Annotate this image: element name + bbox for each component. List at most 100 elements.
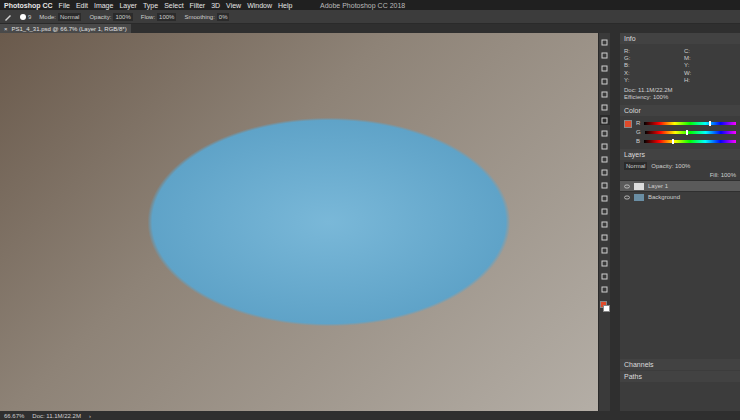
option-field[interactable]: Opacity:100%	[89, 13, 132, 21]
eye-icon[interactable]	[624, 195, 630, 200]
layer-row[interactable]: Layer 1	[620, 180, 740, 191]
close-tab[interactable]: ×	[4, 26, 8, 32]
tool-button[interactable]	[600, 167, 610, 177]
tool-button[interactable]	[600, 89, 610, 99]
menu-item[interactable]: Edit	[76, 2, 88, 9]
tool-icon	[601, 286, 608, 293]
menu-item[interactable]: Select	[164, 2, 183, 9]
app-name[interactable]: Photoshop CC	[4, 2, 53, 9]
zoom-level[interactable]: 66.67%	[4, 413, 24, 419]
menu-item[interactable]: Help	[278, 2, 292, 9]
doc-size: Doc: 11.1M/22.2M	[32, 413, 81, 419]
panel-dock-strip	[610, 33, 620, 411]
color-swatches[interactable]	[600, 301, 610, 312]
tool-icon	[601, 156, 608, 163]
option-field[interactable]: Flow:100%	[141, 13, 177, 21]
tool-icon	[601, 52, 608, 59]
tool-button[interactable]	[600, 219, 610, 229]
tool-button[interactable]	[600, 193, 610, 203]
info-group: X:Y:	[624, 70, 676, 83]
tool-icon	[601, 117, 608, 124]
document-tab-bar: ×PS1_4_31.psd @ 66.7% (Layer 1, RGB/8*)	[0, 24, 740, 33]
tool-button[interactable]	[600, 115, 610, 125]
tool-button[interactable]	[600, 271, 610, 281]
tool-button[interactable]	[600, 180, 610, 190]
options-bar: 9 Mode:Normal Opacity:100% Flow:100% Smoothi…	[0, 10, 740, 24]
menu-item[interactable]: View	[226, 2, 241, 9]
workspace: InfoR:G:B:C:M:Y:X:Y:W:H:Doc: 11.1M/22.2M…	[0, 33, 740, 411]
layer-opacity[interactable]: Opacity: 100%	[651, 163, 690, 169]
tool-icon	[601, 169, 608, 176]
color-panel: Color RGB	[620, 105, 740, 148]
info-group: W:H:	[684, 70, 736, 83]
tool-button[interactable]	[600, 63, 610, 73]
document-tab[interactable]: ×PS1_4_31.psd @ 66.7% (Layer 1, RGB/8*)	[0, 24, 131, 33]
tool-icon	[601, 91, 608, 98]
layers-spacer	[620, 203, 740, 358]
photoshop-window: Photoshop CC File Edit Image Layer Type Select…	[0, 0, 740, 420]
panel-tab[interactable]: Color	[620, 105, 740, 116]
menu-item[interactable]: Filter	[190, 2, 206, 9]
info-note: Efficiency: 100%	[624, 94, 736, 100]
panels: InfoR:G:B:C:M:Y:X:Y:W:H:Doc: 11.1M/22.2M…	[620, 33, 740, 411]
option-field[interactable]: Mode:Normal	[39, 13, 81, 21]
tool-button[interactable]	[600, 154, 610, 164]
channels-panel: Channels	[620, 359, 740, 370]
tool-button[interactable]	[600, 128, 610, 138]
layers-panel: Layers Normal Opacity: 100% Fill: 100% Layer…	[620, 149, 740, 202]
info-doc: Doc: 11.1M/22.2M	[624, 87, 736, 93]
tool-button[interactable]	[600, 232, 610, 242]
panel-tab[interactable]: Paths	[620, 371, 740, 382]
menu-item[interactable]: Image	[94, 2, 113, 9]
tool-button[interactable]	[600, 102, 610, 112]
info-group: R:G:B:	[624, 48, 676, 68]
layer-thumbnail	[634, 194, 644, 201]
tool-icon	[601, 195, 608, 202]
tool-button[interactable]	[600, 284, 610, 294]
canvas-photo[interactable]	[0, 33, 598, 411]
panel-tab[interactable]: Info	[620, 33, 740, 44]
tool-icon	[601, 221, 608, 228]
brush-size[interactable]: 9	[20, 14, 31, 20]
paths-panel: Paths	[620, 371, 740, 411]
tool-icon	[601, 208, 608, 215]
color-slider[interactable]: B	[636, 138, 736, 144]
tool-icon	[601, 182, 608, 189]
tool-icon	[601, 78, 608, 85]
tool-button[interactable]	[600, 206, 610, 216]
tool-icon	[601, 247, 608, 254]
status-arrow[interactable]: ›	[89, 413, 91, 419]
menu-item[interactable]: 3D	[211, 2, 220, 9]
status-bar: 66.67% Doc: 11.1M/22.2M ›	[0, 411, 740, 420]
color-slider[interactable]: G	[636, 129, 736, 135]
tool-button[interactable]	[600, 37, 610, 47]
tool-button[interactable]	[600, 141, 610, 151]
tool-button[interactable]	[600, 50, 610, 60]
layer-row[interactable]: Background	[620, 191, 740, 202]
tool-button[interactable]	[600, 245, 610, 255]
tool-icon	[601, 273, 608, 280]
layer-fill[interactable]: Fill: 100%	[710, 172, 736, 178]
menu-bar: Photoshop CC File Edit Image Layer Type Select…	[0, 0, 740, 10]
eye-icon[interactable]	[624, 184, 630, 189]
menu-item[interactable]: Window	[247, 2, 272, 9]
tool-icon	[601, 65, 608, 72]
tool-icon	[601, 130, 608, 137]
tool-icon	[601, 234, 608, 241]
tool-icon	[601, 260, 608, 267]
color-slider[interactable]: R	[636, 120, 736, 126]
panel-tab[interactable]: Layers	[620, 149, 740, 160]
tool-icon	[601, 143, 608, 150]
menu-item[interactable]: File	[59, 2, 70, 9]
tool-icon	[601, 39, 608, 46]
panel-tab[interactable]: Channels	[620, 359, 740, 370]
menu-item[interactable]: Layer	[119, 2, 137, 9]
menu-item[interactable]: Type	[143, 2, 158, 9]
brush-icon[interactable]	[4, 13, 12, 21]
tool-button[interactable]	[600, 258, 610, 268]
blend-mode[interactable]: Normal	[624, 162, 647, 170]
option-field[interactable]: Smoothing:0%	[184, 13, 229, 21]
tool-button[interactable]	[600, 76, 610, 86]
tool-icon	[601, 104, 608, 111]
layer-thumbnail	[634, 183, 644, 190]
